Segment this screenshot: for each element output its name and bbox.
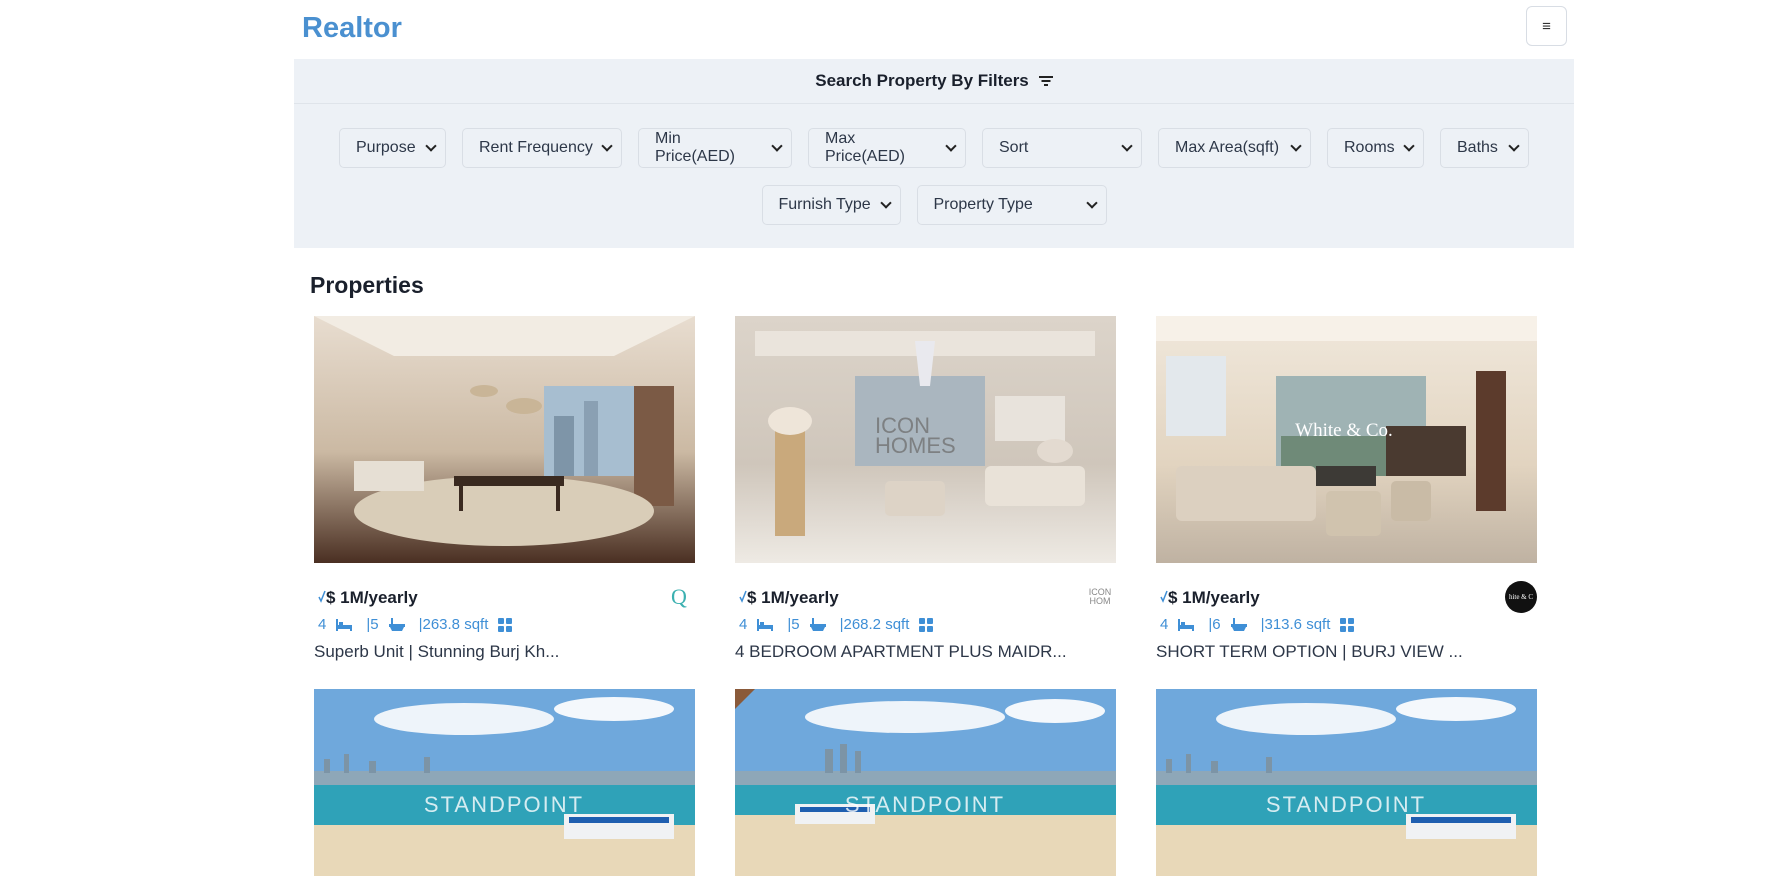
hamburger-icon: ≡ xyxy=(1542,17,1551,35)
agency-logo[interactable]: ICON HOM xyxy=(1084,581,1116,613)
purpose-select[interactable]: Purpose xyxy=(339,128,446,168)
property-price: $ 1M/yearly xyxy=(747,588,839,607)
property-photo[interactable] xyxy=(314,316,695,563)
filter-header: Search Property By Filters xyxy=(294,59,1574,104)
filter-icon xyxy=(1038,76,1053,86)
select-label: Rent Frequency xyxy=(479,139,593,156)
verified-icon xyxy=(1160,590,1168,603)
chevron-down-icon xyxy=(1290,140,1302,152)
select-label: Max Price(AED) xyxy=(825,130,906,165)
bed-icon xyxy=(757,618,774,631)
property-meta: 4 |5 |263.8 sqft xyxy=(318,616,526,633)
bed-icon xyxy=(1178,618,1195,631)
baths-count: |5 xyxy=(366,616,379,633)
rooms-count: 4 xyxy=(318,616,327,633)
min-price-select[interactable]: Min Price(AED) xyxy=(638,128,792,168)
property-title[interactable]: Superb Unit | Stunning Burj Kh... xyxy=(314,642,559,662)
property-photo[interactable]: ICON HOMES xyxy=(735,316,1116,563)
property-meta: 4 |6 |313.6 sqft xyxy=(1160,616,1368,633)
property-card[interactable]: STANDPOINT xyxy=(314,689,695,876)
property-price: $ 1M/yearly xyxy=(326,588,418,607)
sort-select[interactable]: Sort xyxy=(982,128,1142,168)
menu-button[interactable]: ≡ xyxy=(1526,6,1567,46)
chevron-down-icon xyxy=(1085,197,1098,209)
select-label: Baths xyxy=(1457,139,1498,156)
select-label: Furnish Type xyxy=(778,196,871,213)
bed-icon xyxy=(336,618,353,631)
rooms-count: 4 xyxy=(1160,616,1169,633)
property-card[interactable]: White & Co. $ 1M/yearly hite & C 4 |6 |3… xyxy=(1156,316,1537,661)
filter-row-1: Purpose Rent Frequency Min Price(AED) Ma… xyxy=(294,128,1574,168)
property-card[interactable]: ICON HOMES $ 1M/yearly ICON HOM 4 |5 |26… xyxy=(735,316,1116,661)
property-meta: 4 |5 |268.2 sqft xyxy=(739,616,947,633)
property-title[interactable]: 4 BEDROOM APARTMENT PLUS MAIDR... xyxy=(735,642,1067,662)
grid-icon xyxy=(498,617,513,632)
property-photo[interactable]: White & Co. xyxy=(1156,316,1537,563)
chevron-down-icon xyxy=(771,140,783,152)
photo-watermark: STANDPOINT xyxy=(423,792,585,817)
grid-icon xyxy=(919,617,934,632)
price-row: $ 1M/yearly ICON HOM xyxy=(735,578,1116,612)
grid-icon xyxy=(1340,617,1355,632)
area-size: |268.2 sqft xyxy=(839,616,910,633)
photo-watermark: STANDPOINT xyxy=(844,792,1006,817)
property-card[interactable]: STANDPOINT xyxy=(1156,689,1537,876)
agency-mark: hite & C xyxy=(1508,593,1534,601)
baths-count: |5 xyxy=(787,616,800,633)
select-label: Rooms xyxy=(1344,139,1395,156)
bath-icon xyxy=(809,617,826,631)
select-label: Purpose xyxy=(356,139,416,156)
select-label: Sort xyxy=(999,139,1029,156)
agency-mark: Q xyxy=(671,584,687,609)
rooms-count: 4 xyxy=(739,616,748,633)
chevron-down-icon xyxy=(1121,140,1133,152)
chevron-down-icon xyxy=(945,140,957,152)
filter-title: Search Property By Filters xyxy=(815,71,1029,90)
brand-logo[interactable]: Realtor xyxy=(302,12,402,45)
baths-select[interactable]: Baths xyxy=(1440,128,1529,168)
filter-row-2: Furnish Type Property Type xyxy=(294,185,1574,225)
chevron-down-icon xyxy=(1508,140,1520,152)
max-price-select[interactable]: Max Price(AED) xyxy=(808,128,966,168)
chevron-down-icon xyxy=(601,140,613,152)
chevron-down-icon xyxy=(879,197,892,209)
rent-frequency-select[interactable]: Rent Frequency xyxy=(462,128,622,168)
select-label: Min Price(AED) xyxy=(655,130,736,165)
area-size: |313.6 sqft xyxy=(1260,616,1331,633)
select-label: Max Area(sqft) xyxy=(1175,139,1280,156)
navbar: Realtor ≡ xyxy=(294,0,1574,58)
area-size: |263.8 sqft xyxy=(418,616,489,633)
property-title[interactable]: SHORT TERM OPTION | BURJ VIEW ... xyxy=(1156,642,1463,662)
photo-watermark: ICON HOMES xyxy=(875,413,956,458)
section-title: Properties xyxy=(310,272,424,298)
page-container: Realtor ≡ Search Property By Filters Pur… xyxy=(294,0,1574,248)
agency-logo[interactable]: Q xyxy=(663,581,695,613)
chevron-down-icon xyxy=(425,140,437,152)
furnish-type-select[interactable]: Furnish Type xyxy=(761,185,901,225)
select-label: Property Type xyxy=(933,196,1033,213)
bath-icon xyxy=(1230,617,1247,631)
bath-icon xyxy=(388,617,405,631)
property-photo[interactable]: STANDPOINT xyxy=(1156,689,1537,876)
verified-icon xyxy=(318,590,326,603)
rooms-select[interactable]: Rooms xyxy=(1327,128,1424,168)
property-photo[interactable]: STANDPOINT xyxy=(314,689,695,876)
verified-icon xyxy=(739,590,747,603)
max-area-select[interactable]: Max Area(sqft) xyxy=(1158,128,1311,168)
price-row: $ 1M/yearly hite & C xyxy=(1156,578,1537,613)
property-price: $ 1M/yearly xyxy=(1168,588,1260,607)
chevron-down-icon xyxy=(1403,140,1415,152)
property-photo[interactable]: STANDPOINT xyxy=(735,689,1116,876)
agency-logo[interactable]: hite & C xyxy=(1505,581,1537,613)
property-card[interactable]: $ 1M/yearly Q 4 |5 |263.8 sqft Superb Un… xyxy=(314,316,695,661)
photo-watermark: White & Co. xyxy=(1295,420,1393,441)
property-type-select[interactable]: Property Type xyxy=(916,185,1107,225)
agency-mark: ICON HOM xyxy=(1088,587,1112,606)
property-card[interactable]: STANDPOINT xyxy=(735,689,1116,876)
price-row: $ 1M/yearly Q xyxy=(314,578,695,612)
photo-watermark: STANDPOINT xyxy=(1265,792,1427,817)
filter-panel: Search Property By Filters Purpose Rent … xyxy=(294,59,1574,248)
baths-count: |6 xyxy=(1208,616,1221,633)
